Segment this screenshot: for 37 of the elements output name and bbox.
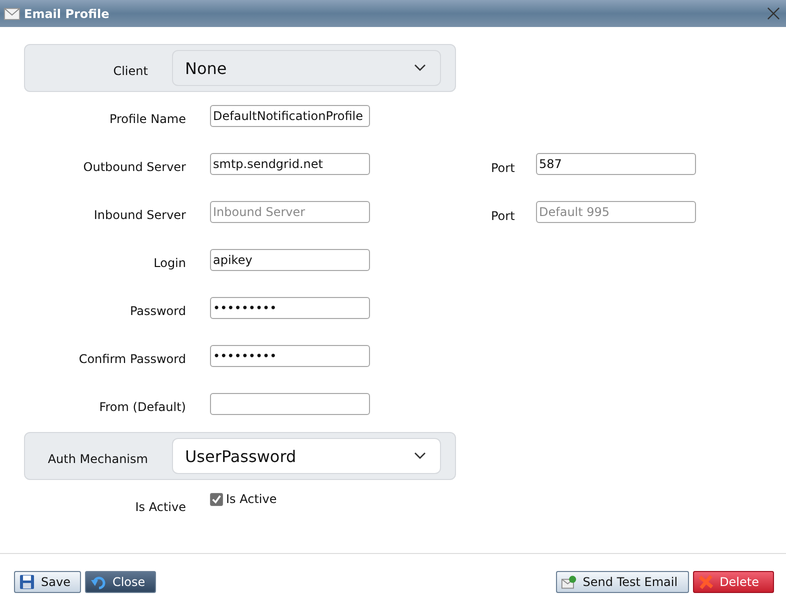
field-label: From (Default) <box>98 399 186 414</box>
field-label: Client <box>112 63 148 78</box>
chevron-icon <box>414 64 426 72</box>
send-test-email-button[interactable]: Send Test Email <box>556 571 689 593</box>
save-button[interactable]: Save <box>14 571 82 593</box>
port-field[interactable]: Default 995 <box>536 201 696 223</box>
window-title: Email Profile <box>24 6 110 20</box>
input-field[interactable]: ••••••••• <box>210 345 370 367</box>
port-label: Port <box>491 160 516 175</box>
field-label: Outbound Server <box>82 159 186 174</box>
field-label: Is Active <box>134 499 186 514</box>
field-label: Profile Name <box>108 111 186 126</box>
delete-x-icon <box>698 574 714 590</box>
input-field[interactable]: Inbound Server <box>210 201 370 223</box>
dropdown[interactable]: UserPassword <box>172 438 441 474</box>
envelope-globe-icon <box>560 574 577 590</box>
chevron-icon <box>414 452 426 460</box>
delete-button[interactable]: Delete <box>692 571 774 593</box>
port-field[interactable]: 587 <box>536 153 696 175</box>
checkbox[interactable] <box>210 492 223 506</box>
input-field[interactable]: DefaultNotificationProfile <box>210 105 370 127</box>
input-field[interactable]: ••••••••• <box>210 297 370 319</box>
dropdown[interactable]: None <box>172 50 441 86</box>
port-label: Port <box>491 208 516 223</box>
field-label: Inbound Server <box>92 207 186 222</box>
field-label: Login <box>152 255 186 270</box>
input-field[interactable]: smtp.sendgrid.net <box>210 153 370 175</box>
undo-arrow-icon <box>90 574 106 590</box>
envelope-icon <box>4 6 20 20</box>
field-label: Confirm Password <box>78 351 186 366</box>
close-icon[interactable] <box>767 7 780 20</box>
input-field[interactable] <box>210 393 370 415</box>
field-label: Auth Mechanism <box>46 451 148 466</box>
field-label: Password <box>128 303 186 318</box>
input-field[interactable]: apikey <box>210 249 370 271</box>
close-button[interactable]: Close <box>85 571 156 593</box>
checkbox-label: Is Active <box>226 492 277 506</box>
